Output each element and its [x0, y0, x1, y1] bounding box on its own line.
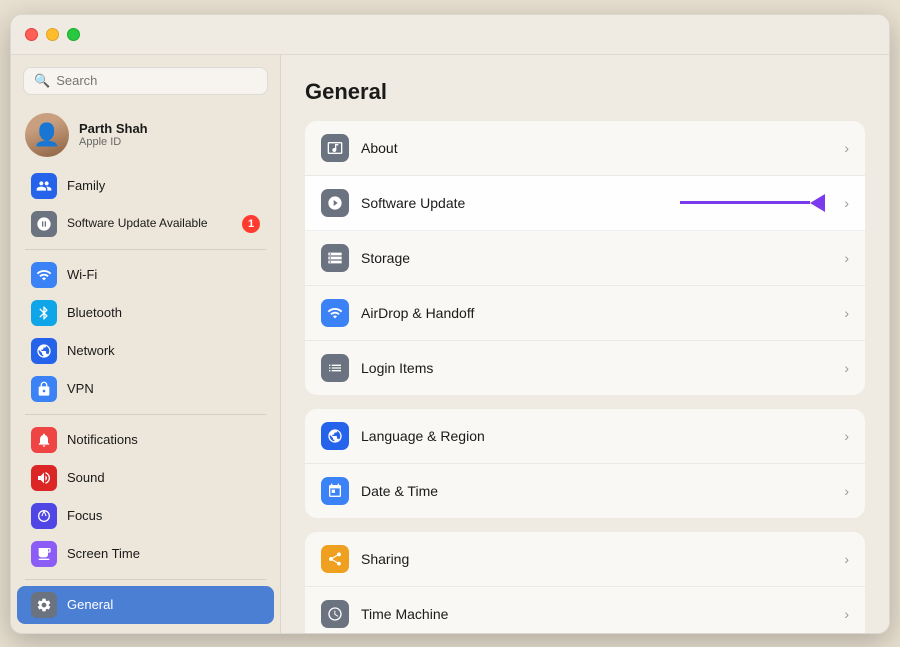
date-time-icon: [321, 477, 349, 505]
software-update-row-icon: [321, 189, 349, 217]
sidebar-item-focus[interactable]: Focus: [17, 497, 274, 535]
panel-title: General: [305, 79, 865, 105]
settings-row-date-time[interactable]: Date & Time ›: [305, 464, 865, 518]
sharing-label: Sharing: [361, 551, 832, 567]
time-machine-icon: [321, 600, 349, 628]
time-machine-label: Time Machine: [361, 606, 832, 622]
arrow-annotation: [680, 194, 825, 212]
settings-row-about[interactable]: About ›: [305, 121, 865, 176]
title-bar: [11, 15, 889, 55]
sidebar-item-screen-time[interactable]: Screen Time: [17, 535, 274, 573]
airdrop-icon: [321, 299, 349, 327]
profile-name: Parth Shah: [79, 121, 148, 136]
settings-row-language[interactable]: Language & Region ›: [305, 409, 865, 464]
notifications-icon: [31, 427, 57, 453]
sidebar-item-network[interactable]: Network: [17, 332, 274, 370]
divider-3: [25, 579, 266, 580]
profile-section[interactable]: 👤 Parth Shah Apple ID: [11, 107, 280, 167]
settings-row-software-update[interactable]: Software Update ›: [305, 176, 865, 231]
sidebar-item-sound[interactable]: Sound: [17, 459, 274, 497]
settings-card-1: About › Software Update ›: [305, 121, 865, 395]
settings-row-sharing[interactable]: Sharing ›: [305, 532, 865, 587]
sidebar-item-vpn[interactable]: VPN: [17, 370, 274, 408]
software-update-badge: 1: [242, 215, 260, 233]
sound-icon: [31, 465, 57, 491]
wifi-icon: [31, 262, 57, 288]
sidebar: 🔍 👤 Parth Shah Apple ID Family: [11, 55, 281, 633]
vpn-icon: [31, 376, 57, 402]
system-settings-window: 🔍 👤 Parth Shah Apple ID Family: [10, 14, 890, 634]
login-items-icon: [321, 354, 349, 382]
focus-icon: [31, 503, 57, 529]
family-label: Family: [67, 178, 260, 193]
about-chevron: ›: [844, 140, 849, 156]
storage-label: Storage: [361, 250, 832, 266]
date-time-label: Date & Time: [361, 483, 832, 499]
about-label: About: [361, 140, 832, 156]
wifi-label: Wi-Fi: [67, 267, 260, 282]
bluetooth-label: Bluetooth: [67, 305, 260, 320]
general-label: General: [67, 597, 260, 612]
sharing-icon: [321, 545, 349, 573]
settings-row-storage[interactable]: Storage ›: [305, 231, 865, 286]
settings-row-airdrop[interactable]: AirDrop & Handoff ›: [305, 286, 865, 341]
main-content: 🔍 👤 Parth Shah Apple ID Family: [11, 55, 889, 633]
sidebar-item-notifications[interactable]: Notifications: [17, 421, 274, 459]
network-icon: [31, 338, 57, 364]
time-machine-chevron: ›: [844, 606, 849, 622]
software-update-row-chevron: ›: [844, 195, 849, 211]
language-icon: [321, 422, 349, 450]
settings-card-3: Sharing › Time Machine › Transfer or: [305, 532, 865, 633]
maximize-button[interactable]: [67, 28, 80, 41]
storage-chevron: ›: [844, 250, 849, 266]
sound-label: Sound: [67, 470, 260, 485]
search-icon: 🔍: [34, 73, 50, 89]
right-panel: General About › Software Update: [281, 55, 889, 633]
airdrop-label: AirDrop & Handoff: [361, 305, 832, 321]
sidebar-item-bluetooth[interactable]: Bluetooth: [17, 294, 274, 332]
screen-time-label: Screen Time: [67, 546, 260, 561]
date-time-chevron: ›: [844, 483, 849, 499]
settings-card-2: Language & Region › Date & Time ›: [305, 409, 865, 518]
network-label: Network: [67, 343, 260, 358]
notifications-label: Notifications: [67, 432, 260, 447]
bluetooth-icon: [31, 300, 57, 326]
divider-2: [25, 414, 266, 415]
language-label: Language & Region: [361, 428, 832, 444]
airdrop-chevron: ›: [844, 305, 849, 321]
sidebar-item-family[interactable]: Family: [17, 167, 274, 205]
minimize-button[interactable]: [46, 28, 59, 41]
storage-icon: [321, 244, 349, 272]
vpn-label: VPN: [67, 381, 260, 396]
login-items-chevron: ›: [844, 360, 849, 376]
sidebar-item-general[interactable]: General: [17, 586, 274, 624]
arrow-head: [810, 194, 825, 212]
about-icon: [321, 134, 349, 162]
sidebar-item-wifi[interactable]: Wi-Fi: [17, 256, 274, 294]
settings-row-time-machine[interactable]: Time Machine ›: [305, 587, 865, 633]
software-update-icon: [31, 211, 57, 237]
avatar: 👤: [25, 113, 69, 157]
profile-subtitle: Apple ID: [79, 136, 148, 148]
settings-row-login-items[interactable]: Login Items ›: [305, 341, 865, 395]
arrow-line: [680, 201, 810, 204]
login-items-label: Login Items: [361, 360, 832, 376]
family-icon: [31, 173, 57, 199]
search-input[interactable]: [56, 73, 257, 88]
general-icon: [31, 592, 57, 618]
software-update-label: Software Update Available: [67, 216, 232, 232]
sharing-chevron: ›: [844, 551, 849, 567]
search-bar[interactable]: 🔍: [23, 67, 268, 95]
screen-time-icon: [31, 541, 57, 567]
close-button[interactable]: [25, 28, 38, 41]
language-chevron: ›: [844, 428, 849, 444]
sidebar-item-software-update[interactable]: Software Update Available 1: [17, 205, 274, 243]
focus-label: Focus: [67, 508, 260, 523]
divider-1: [25, 249, 266, 250]
